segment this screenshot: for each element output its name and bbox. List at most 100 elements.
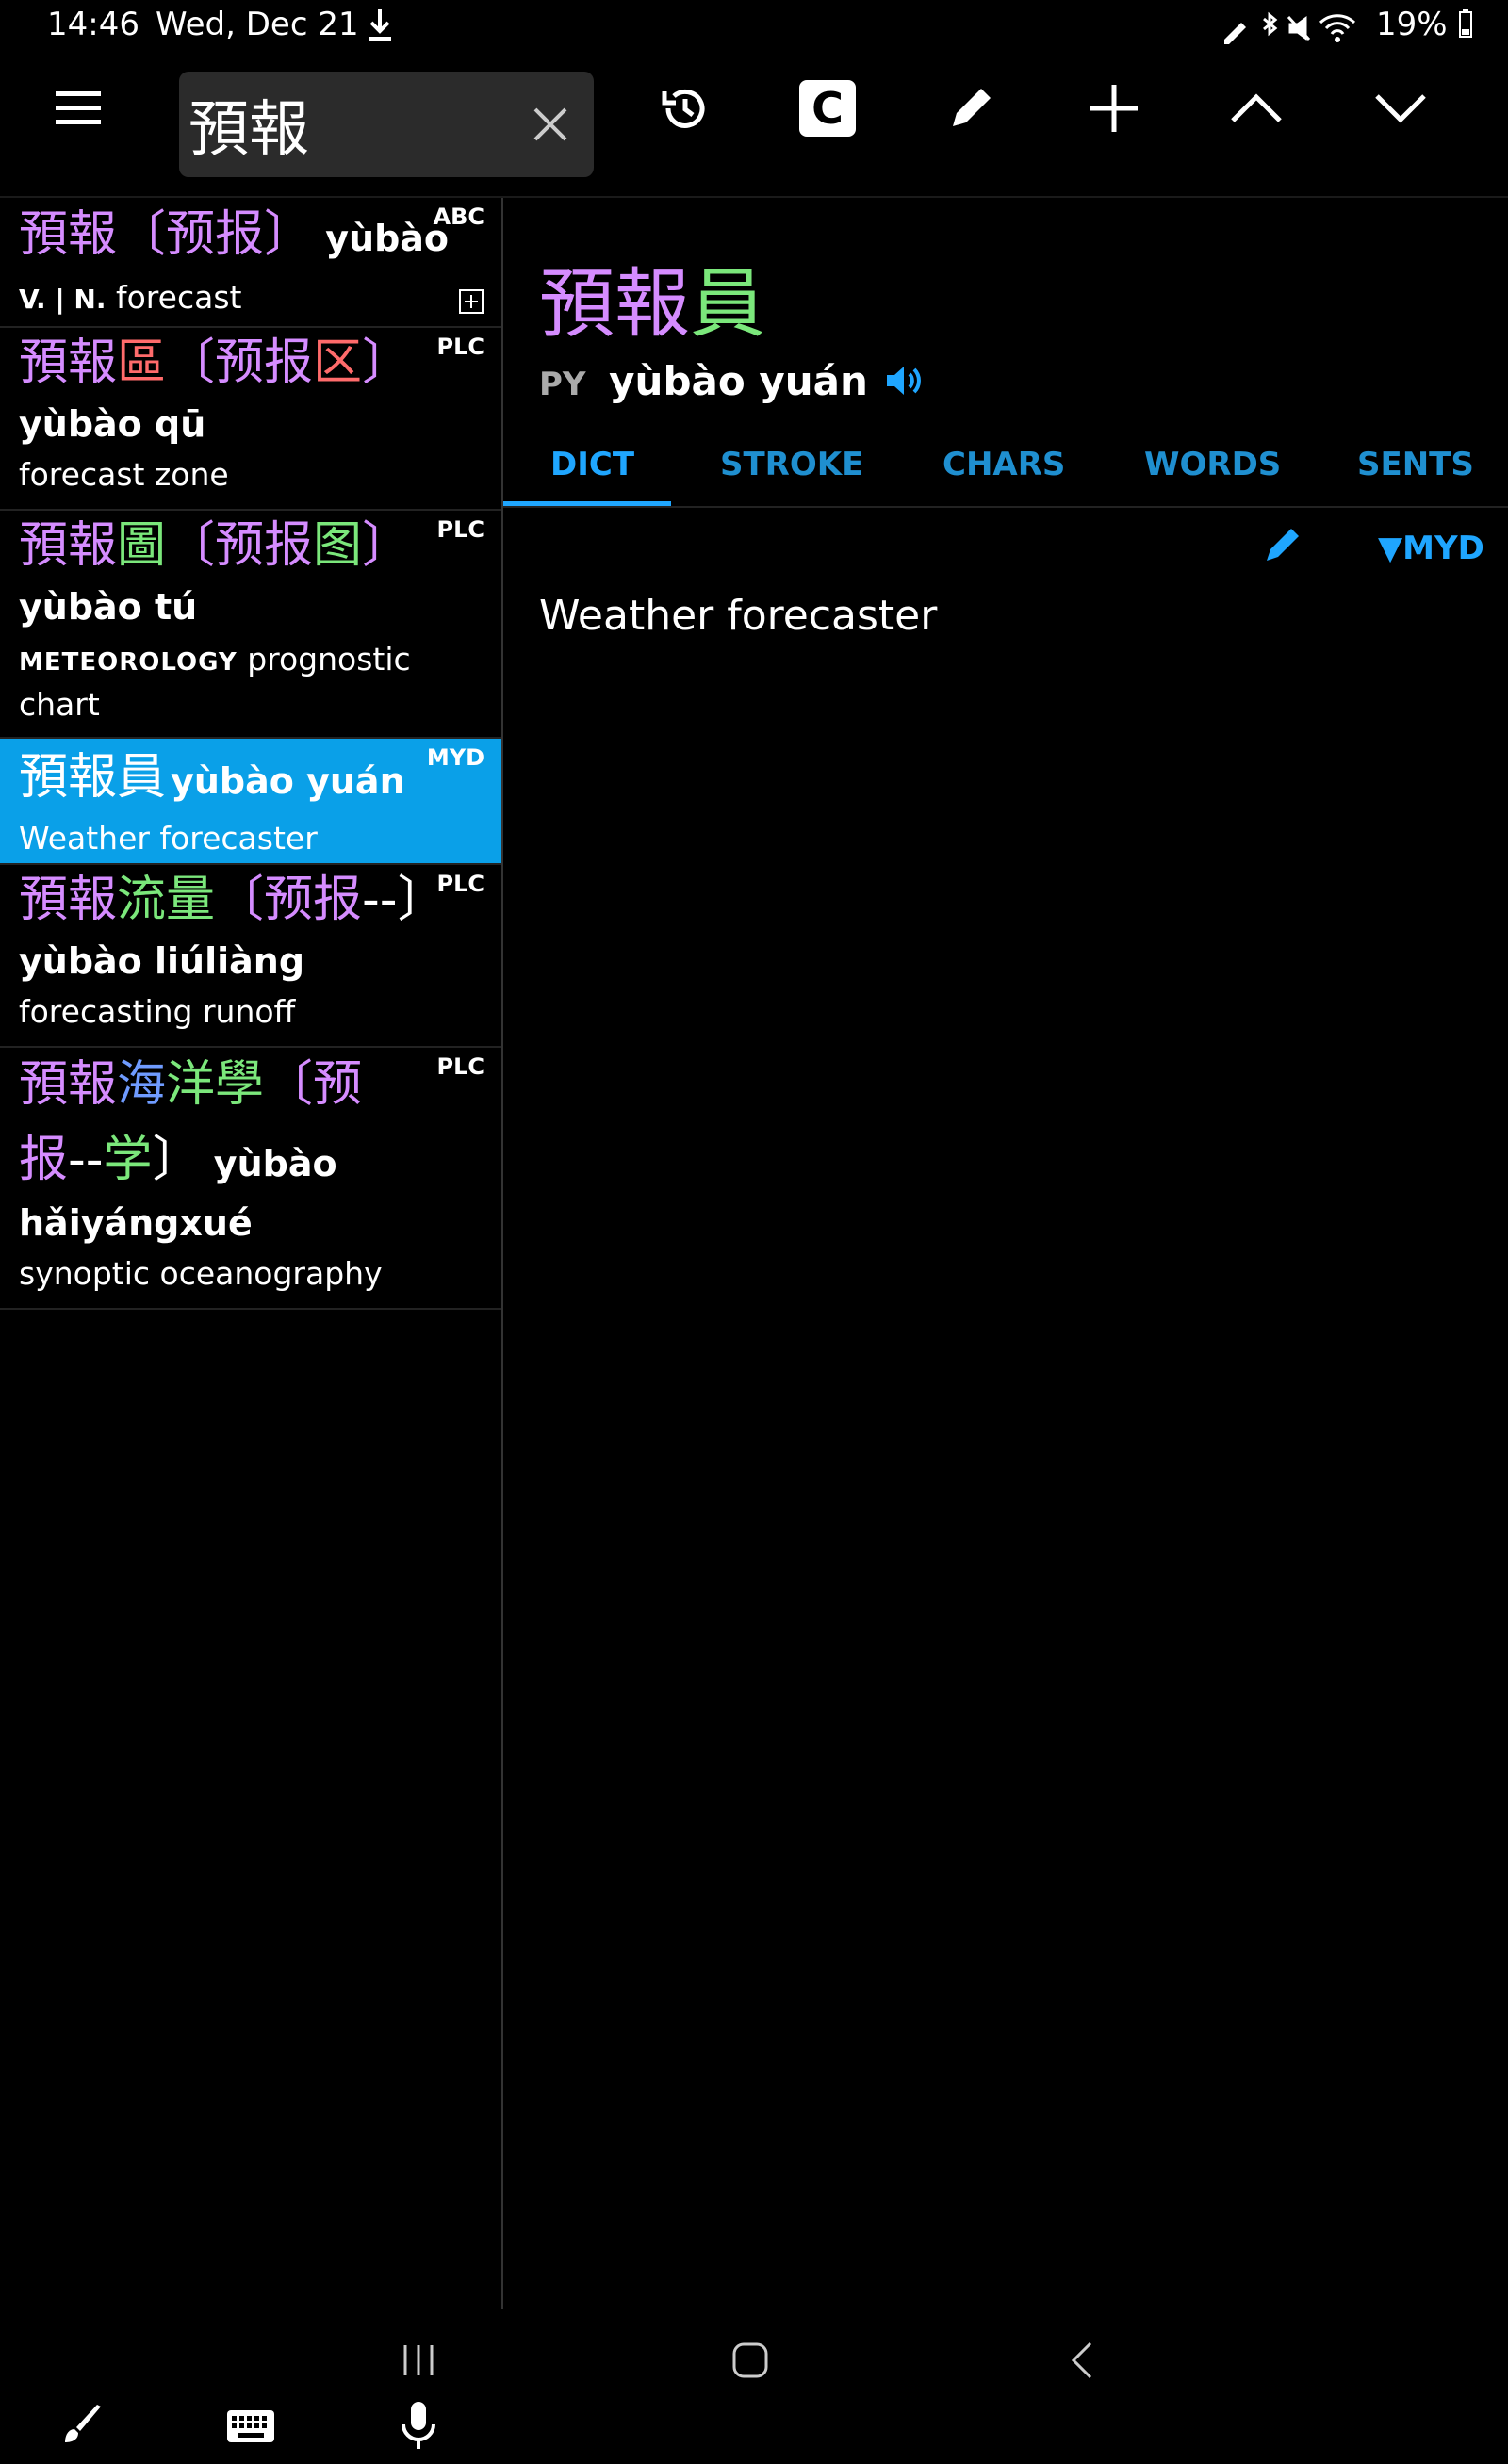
source-dropdown[interactable]: ▼MYD — [1378, 530, 1484, 567]
headword-segment: -- — [68, 1132, 104, 1188]
next-entry-button[interactable] — [1358, 66, 1443, 151]
detail-pinyin-line: PY yùbào yuán — [539, 358, 928, 408]
back-button[interactable] — [1044, 2323, 1120, 2398]
entry-definition-cont: chart — [19, 686, 100, 723]
hamburger-icon — [56, 91, 101, 124]
clock: 14:46 — [47, 6, 139, 43]
headword-segment: 〔预报 — [166, 335, 314, 391]
entry-pinyin: yùbào liúliàng — [19, 940, 305, 982]
tab-words[interactable]: WORDS — [1144, 446, 1281, 483]
headword-segment: 学 — [103, 1132, 153, 1188]
entry-pinyin: hǎiyángxué — [19, 1202, 253, 1244]
add-button[interactable] — [1072, 66, 1156, 151]
search-box[interactable]: 預報 — [179, 72, 594, 177]
entry-definition-line: V. | N. forecast — [19, 279, 241, 316]
detail-tabs: DICT STROKE CHARS WORDS SENTS — [503, 429, 1508, 508]
headword-segment: 区 — [313, 335, 363, 391]
plus-icon — [1090, 85, 1138, 132]
voice-input-button[interactable] — [381, 2389, 456, 2464]
entry-pinyin: yùbào tú — [19, 586, 198, 628]
source-badge: PLC — [436, 1053, 485, 1080]
entry-pinyin: yùbào — [313, 218, 450, 259]
entry-headword: 預報圖〔预报图〕 — [19, 514, 411, 577]
active-tab-indicator — [503, 501, 671, 506]
entry-headword: 預報海洋學〔预 — [19, 1053, 362, 1116]
entry-definition: Weather forecaster — [19, 820, 318, 857]
tab-sents[interactable]: SENTS — [1357, 446, 1474, 483]
pane-divider — [501, 198, 503, 2309]
previous-entry-button[interactable] — [1214, 66, 1299, 151]
headword-segment: 流量 — [117, 872, 216, 928]
expand-icon[interactable] — [458, 288, 484, 318]
speaker-icon[interactable] — [885, 362, 928, 408]
status-icons — [1221, 9, 1371, 56]
back-icon — [1071, 2342, 1092, 2379]
pinyin-label: PY — [539, 366, 586, 403]
entry-headword: 預報〔预报〕 yùbào — [19, 204, 449, 269]
detail-headword: 預報員 — [539, 243, 765, 352]
list-item[interactable]: PLC 預報圖〔预报图〕 yùbào tú METEOROLOGY progno… — [0, 511, 501, 739]
entry-pinyin: yùbào qū — [19, 403, 206, 445]
history-button[interactable] — [643, 66, 728, 151]
tab-stroke[interactable]: STROKE — [720, 446, 863, 483]
handwriting-input-button[interactable] — [45, 2389, 121, 2464]
home-icon — [732, 2342, 768, 2378]
list-item[interactable]: PLC 預報區〔预报区〕 yùbào qū forecast zone — [0, 328, 501, 511]
list-item[interactable]: ABC 預報〔预报〕 yùbào V. | N. forecast — [0, 198, 501, 328]
headword-segment: 〔预报 — [166, 517, 314, 574]
history-icon — [662, 89, 705, 128]
brush-icon — [65, 2405, 101, 2442]
pencil-icon — [953, 89, 991, 126]
list-item[interactable]: PLC 預報海洋學〔预 报--学〕 yùbào hǎiyángxué synop… — [0, 1048, 501, 1310]
headword-segment: 預報 — [19, 1056, 118, 1113]
part-of-speech: V. | N. — [19, 284, 107, 315]
clear-search-button[interactable] — [518, 92, 582, 156]
handwriting-edit-button[interactable] — [928, 66, 1013, 151]
pencil-icon — [1267, 529, 1299, 561]
edit-entry-button[interactable] — [1263, 523, 1312, 572]
detail-headword-part: 員 — [690, 260, 765, 348]
detail-definition: Weather forecaster — [539, 592, 938, 640]
headword-segment: 〕 — [362, 517, 412, 574]
headword-segment: 預報 — [19, 335, 118, 391]
source-badge: PLC — [436, 334, 485, 360]
headword-segment: 預報 — [19, 206, 118, 263]
status-bar: 14:46 Wed, Dec 21 19% — [0, 0, 1508, 57]
entry-headword-cont: 报--学〕 yùbào — [19, 1129, 337, 1195]
keyboard-icon — [227, 2410, 274, 2442]
close-icon — [533, 107, 567, 141]
entry-headword: 預報員 — [19, 749, 167, 806]
keyboard-input-button[interactable] — [213, 2389, 288, 2464]
headword-segment: 預報 — [19, 517, 118, 574]
search-input[interactable]: 預報 — [188, 81, 309, 168]
headword-segment: 〕 — [362, 335, 412, 391]
menu-button[interactable] — [38, 66, 123, 151]
list-item[interactable]: PLC 預報流量〔预报--〕 yùbào liúliàng forecastin… — [0, 865, 501, 1048]
c-icon: C — [799, 80, 856, 137]
source-badge: PLC — [436, 516, 485, 543]
headword-segment: 〔预报〕 — [117, 206, 314, 263]
recent-apps-button[interactable] — [381, 2323, 456, 2398]
chevron-up-icon — [1231, 93, 1282, 122]
mute-icon — [1287, 15, 1311, 41]
headword-segment: 預報 — [19, 872, 118, 928]
detail-headword-part: 預報 — [539, 260, 690, 348]
tab-dict[interactable]: DICT — [550, 446, 634, 483]
clipboard-c-button[interactable]: C — [785, 66, 870, 151]
headword-segment: 海 — [117, 1056, 167, 1113]
headword-segment: 〔预报 — [215, 872, 363, 928]
entry-headword: 預報流量〔预报--〕 — [19, 869, 447, 931]
entry-definition: forecast — [116, 279, 242, 316]
entry-definition: prognostic — [247, 641, 411, 677]
entry-headword: 預報區〔预报区〕 — [19, 332, 411, 394]
source-badge: MYD — [426, 744, 484, 771]
download-icon — [366, 8, 398, 45]
domain-label: METEOROLOGY — [19, 648, 238, 677]
battery-text: 19% — [1376, 6, 1448, 43]
entry-pinyin: yùbào yuán — [171, 760, 405, 802]
headword-segment: 图 — [313, 517, 363, 574]
tab-chars[interactable]: CHARS — [942, 446, 1065, 483]
list-item-selected[interactable]: MYD 預報員 yùbào yuán Weather forecaster — [0, 739, 501, 865]
home-button[interactable] — [713, 2323, 788, 2398]
chevron-down-icon — [1375, 94, 1426, 123]
